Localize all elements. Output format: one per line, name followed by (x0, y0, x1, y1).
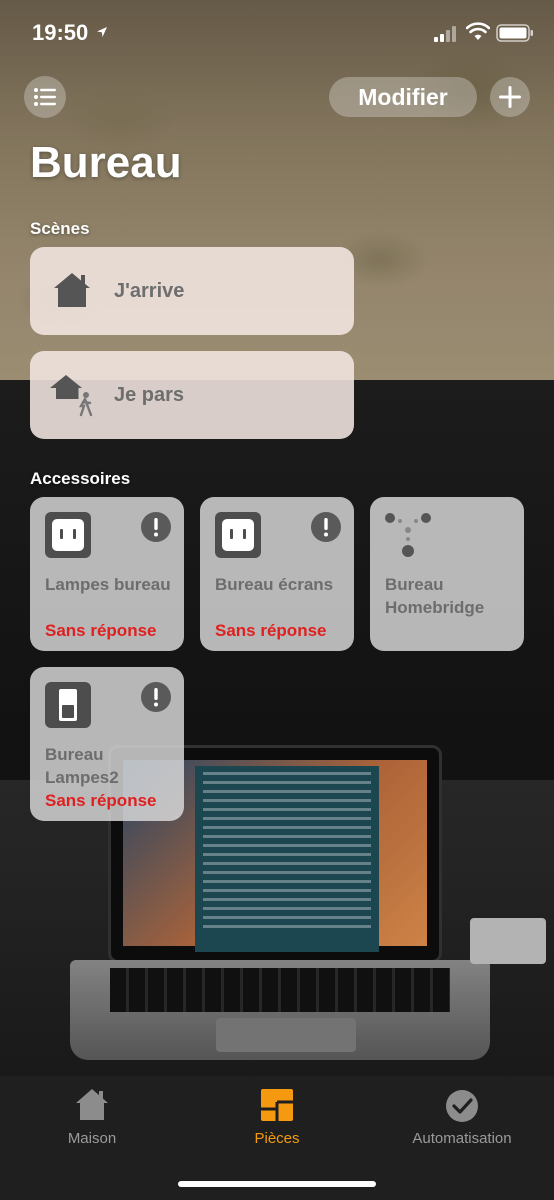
house-icon (54, 273, 90, 307)
add-button[interactable] (490, 77, 530, 117)
scene-label: Je pars (114, 383, 185, 406)
warning-icon (311, 512, 341, 542)
tab-automatisation[interactable]: Automatisation (382, 1086, 542, 1156)
accessory-name: Bureau écrans (215, 575, 334, 594)
house-person-leaving-icon (50, 375, 93, 417)
tab-label: Pièces (254, 1130, 300, 1147)
location-icon (97, 27, 107, 37)
tab-maison[interactable]: Maison (12, 1086, 172, 1156)
scenes-section-label: Scènes (30, 219, 90, 238)
switch-icon (45, 682, 91, 728)
outlet-icon (45, 512, 91, 558)
signal-icon (434, 26, 456, 42)
battery-icon (496, 24, 533, 42)
accessory-name: Lampes bureau (45, 575, 171, 594)
clock-check-icon (446, 1090, 478, 1122)
warning-icon (141, 512, 171, 542)
accessory-tile-lampes-bureau[interactable]: Lampes bureau Sans réponse (30, 497, 184, 651)
accessory-status: Sans réponse (45, 621, 157, 640)
scene-tile-leave[interactable]: Je pars (30, 351, 354, 439)
accessory-name: Bureau Lampes2 (45, 745, 119, 787)
page-title: Bureau (30, 138, 182, 187)
scene-label: J'arrive (114, 279, 185, 302)
plus-icon (499, 86, 521, 108)
status-bar: 19:50 (0, 0, 554, 64)
rooms-icon (261, 1089, 293, 1121)
edit-button[interactable]: Modifier (329, 77, 477, 117)
outlet-icon (215, 512, 261, 558)
accessory-status: Sans réponse (45, 791, 157, 810)
accessory-status: Sans réponse (215, 621, 327, 640)
accessory-tile-bureau-ecrans[interactable]: Bureau écrans Sans réponse (200, 497, 354, 651)
scene-tile-arrive[interactable]: J'arrive (30, 247, 354, 335)
tab-pieces[interactable]: Pièces (197, 1086, 357, 1156)
wifi-icon (466, 22, 490, 40)
tab-label: Automatisation (412, 1130, 512, 1147)
status-time: 19:50 (32, 20, 89, 45)
list-icon (34, 88, 56, 106)
bridge-icon (385, 513, 431, 557)
house-icon (76, 1089, 108, 1120)
warning-icon (141, 682, 171, 712)
accessory-tile-bureau-lampes2[interactable]: Bureau Lampes2 Sans réponse (30, 667, 184, 821)
menu-button[interactable] (24, 76, 66, 118)
accessory-tile-bureau-homebridge[interactable]: Bureau Homebridge (370, 497, 524, 651)
home-indicator[interactable] (178, 1181, 376, 1187)
tab-label: Maison (67, 1130, 117, 1147)
accessory-name: Bureau Homebridge (385, 575, 485, 617)
accessories-section-label: Accessoires (30, 469, 131, 488)
